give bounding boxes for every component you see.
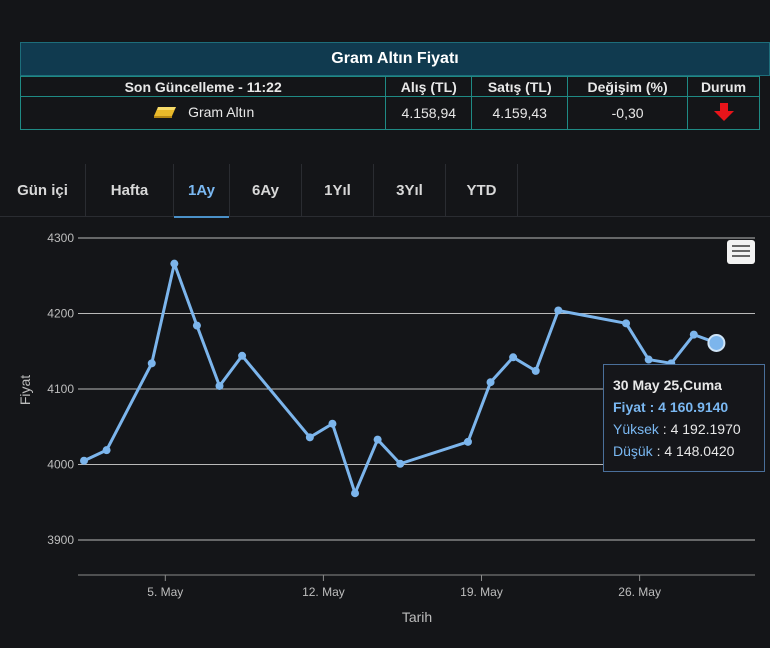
data-point: [102, 446, 111, 455]
y-axis-title: Fiyat: [17, 375, 33, 405]
y-tick-label: 4200: [47, 307, 74, 321]
data-point: [509, 353, 518, 362]
tab-1-month[interactable]: 1Ay: [174, 164, 230, 218]
header-last-update: Son Güncelleme - 11:22: [19, 76, 387, 97]
table-row: Gram Altın 4.158,94 4.159,43 -0,30: [19, 96, 760, 130]
price-table-header-row: Son Güncelleme - 11:22 Alış (TL) Satış (…: [19, 76, 760, 97]
data-point: [192, 321, 201, 330]
tooltip-high: Yüksek : 4 192.1970: [613, 421, 741, 437]
tab-label: 3Yıl: [396, 181, 423, 199]
tooltip-low-value: 4 148.0420: [664, 443, 735, 459]
y-tick-label: 4000: [47, 458, 74, 472]
data-point: [486, 378, 495, 387]
hovered-data-point: [707, 333, 726, 352]
period-tabs: Gün içi Hafta 1Ay 6Ay 1Yıl 3Yıl YTD: [0, 164, 770, 218]
data-point: [531, 366, 540, 375]
data-point: [463, 437, 472, 446]
data-point: [373, 435, 382, 444]
tooltip-price-label: Fiyat: [613, 399, 646, 415]
tooltip-high-value: 4 192.1970: [670, 421, 741, 437]
asset-cell: Gram Altın: [19, 96, 387, 130]
tab-intraday[interactable]: Gün içi: [0, 164, 86, 216]
tooltip-high-label: Yüksek: [613, 421, 659, 437]
tab-ytd[interactable]: YTD: [446, 164, 518, 216]
chart-tooltip: 30 May 25,Cuma Fiyat : 4 160.9140 Yüksek…: [603, 364, 765, 472]
change-percent: -0,30: [567, 96, 689, 130]
chart-menu-button[interactable]: [727, 240, 755, 264]
x-tick-label: 19. May: [460, 585, 503, 599]
header-change: Değişim (%): [567, 76, 689, 97]
price-table: Gram Altın Fiyatı Son Güncelleme - 11:22…: [19, 42, 770, 130]
tab-label: Gün içi: [17, 181, 68, 199]
tooltip-low: Düşük : 4 148.0420: [613, 443, 735, 459]
tooltip-price: Fiyat : 4 160.9140: [613, 399, 729, 415]
price-table-grid: Son Güncelleme - 11:22 Alış (TL) Satış (…: [19, 76, 760, 130]
tab-week[interactable]: Hafta: [86, 164, 174, 216]
data-point: [238, 351, 247, 360]
tab-label: 1Yıl: [324, 181, 351, 199]
tab-1-year[interactable]: 1Yıl: [302, 164, 374, 216]
data-point: [554, 306, 563, 315]
buy-price: 4.158,94: [385, 96, 473, 130]
data-point: [170, 259, 179, 268]
data-point: [644, 355, 653, 364]
status-cell: [687, 96, 760, 130]
data-point: [622, 319, 631, 328]
arrow-down-icon: [713, 102, 735, 125]
header-status: Durum: [687, 76, 760, 97]
data-point: [80, 456, 88, 465]
sell-price: 4.159,43: [471, 96, 569, 130]
x-tick-label: 12. May: [302, 585, 345, 599]
data-point: [396, 459, 405, 468]
tooltip-low-label: Düşük: [613, 443, 653, 459]
x-axis-title: Tarih: [402, 609, 432, 625]
tab-label: YTD: [466, 181, 497, 199]
data-point: [215, 381, 224, 390]
tooltip-price-value: 4 160.9140: [658, 399, 729, 415]
tab-label: Hafta: [110, 181, 149, 199]
x-tick-label: 5. May: [147, 585, 183, 599]
y-tick-label: 3900: [47, 533, 74, 547]
y-tick-label: 4100: [47, 382, 74, 396]
data-point: [689, 330, 698, 339]
price-table-title: Gram Altın Fiyatı: [20, 42, 770, 76]
data-point: [351, 489, 360, 498]
tab-3-years[interactable]: 3Yıl: [374, 164, 446, 216]
asset-name: Gram Altın: [188, 104, 255, 121]
header-sell: Satış (TL): [471, 76, 569, 97]
header-buy: Alış (TL): [385, 76, 473, 97]
gold-bar-icon: [152, 105, 178, 122]
data-point: [328, 419, 337, 428]
y-tick-label: 4300: [47, 231, 74, 245]
tooltip-date: 30 May 25,Cuma: [613, 377, 722, 393]
tab-label: 1Ay: [188, 181, 215, 199]
tab-label: 6Ay: [252, 181, 279, 199]
x-tick-label: 26. May: [618, 585, 661, 599]
data-point: [147, 359, 156, 368]
tab-6-months[interactable]: 6Ay: [230, 164, 302, 216]
data-point: [305, 433, 314, 442]
